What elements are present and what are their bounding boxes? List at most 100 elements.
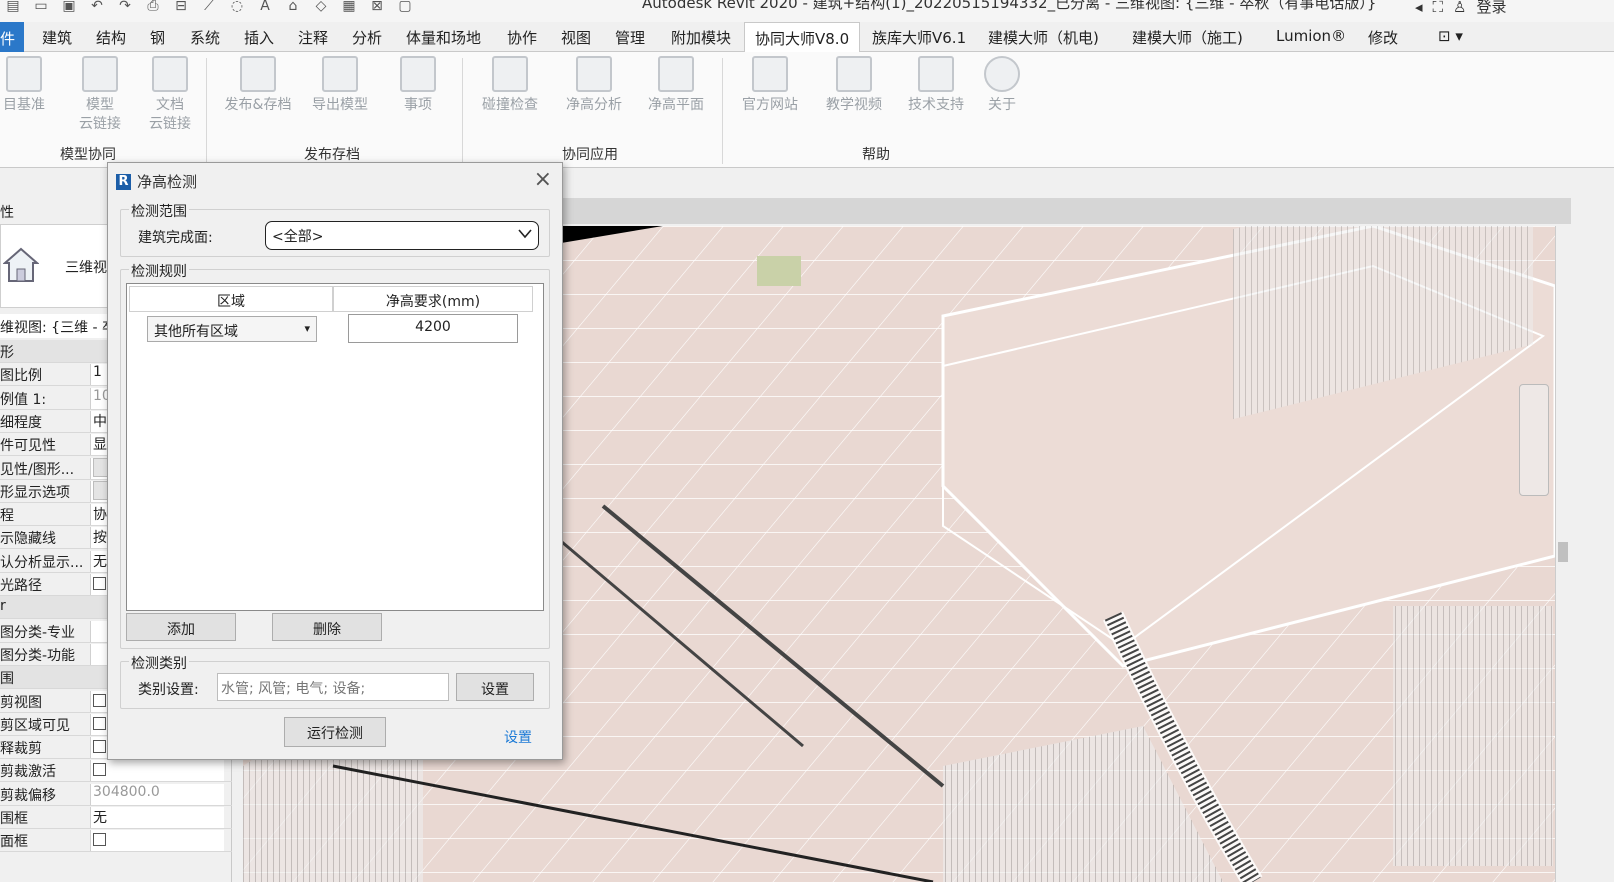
issues-button[interactable]: 事项: [384, 56, 452, 115]
rvt-cloud-link-icon: [82, 56, 118, 92]
property-value[interactable]: 无: [90, 807, 224, 828]
height-input[interactable]: 4200: [348, 314, 518, 343]
checkbox[interactable]: [93, 763, 106, 777]
property-label: 件可见性: [0, 438, 56, 455]
vertical-scrollbar[interactable]: [1555, 226, 1571, 882]
about-button[interactable]: 关于: [972, 56, 1032, 115]
area-select[interactable]: 其他所有区域 ▾: [147, 316, 317, 342]
property-label: 细程度: [0, 414, 42, 431]
search-arrow-icon[interactable]: ◂: [1415, 0, 1423, 16]
dimension-icon[interactable]: ⟋: [198, 0, 220, 16]
checklist-icon: [400, 56, 436, 92]
thin-lines-icon[interactable]: ▦: [338, 0, 360, 16]
settings-link[interactable]: 设置: [504, 727, 532, 747]
tab-xietong-dashi[interactable]: 协同大师V8.0: [744, 22, 861, 53]
tab-manage[interactable]: 管理: [615, 27, 645, 48]
redo-icon[interactable]: ↷: [114, 0, 136, 16]
property-value[interactable]: [90, 760, 224, 782]
property-label: 剪裁激活: [0, 764, 56, 781]
collision-check-icon: [492, 56, 528, 92]
delete-button[interactable]: 删除: [272, 613, 382, 641]
property-label: 程: [0, 508, 14, 525]
binoculars-icon[interactable]: ⛶: [1433, 0, 1444, 16]
tab-massing-site[interactable]: 体量和场地: [406, 27, 481, 48]
navigation-bar[interactable]: [1519, 384, 1549, 496]
3d-view-icon[interactable]: ⌂: [282, 0, 304, 16]
website-button[interactable]: 官方网站: [732, 56, 808, 115]
category-settings-button[interactable]: 设置: [456, 673, 534, 701]
property-label: 图比例: [0, 368, 42, 385]
ribbon-toggle-icon[interactable]: ⊡ ▾: [1438, 27, 1463, 45]
doc-cloud-link-button[interactable]: 文档 云链接: [136, 56, 204, 134]
collision-check-button[interactable]: 碰撞检查: [472, 56, 548, 115]
tab-analyze[interactable]: 分析: [352, 27, 382, 48]
clearance-plan-button[interactable]: 净高平面: [638, 56, 714, 115]
checkbox[interactable]: [93, 833, 106, 847]
undo-icon[interactable]: ↶: [86, 0, 108, 16]
category-legend: 检测类别: [129, 653, 189, 673]
col-header-height: 净高要求(mm): [333, 286, 533, 312]
doc-cloud-link-icon: [152, 56, 188, 92]
checkbox[interactable]: [93, 740, 106, 754]
open-icon[interactable]: ▭: [30, 0, 52, 16]
rules-legend: 检测规则: [129, 261, 189, 281]
user-icon[interactable]: ♙: [1453, 0, 1466, 16]
tab-zuku-dashi[interactable]: 族库大师V6.1: [872, 27, 966, 48]
close-hidden-icon[interactable]: ⊠: [366, 0, 388, 16]
property-label: 认分析显示...: [0, 554, 84, 571]
tab-jianmo-construction[interactable]: 建模大师（施工): [1132, 27, 1243, 48]
tab-insert[interactable]: 插入: [244, 27, 274, 48]
tab-jianmo-mep[interactable]: 建模大师（机电): [988, 27, 1099, 48]
clearance-analysis-button[interactable]: 净高分析: [556, 56, 632, 115]
property-value[interactable]: 304800.0: [90, 783, 224, 805]
tab-view[interactable]: 视图: [561, 27, 591, 48]
add-button[interactable]: 添加: [126, 613, 236, 641]
tab-systems[interactable]: 系统: [190, 27, 220, 48]
tab-architecture[interactable]: 建筑: [42, 27, 72, 48]
switch-windows-icon[interactable]: ▢: [394, 0, 416, 16]
tab-modify[interactable]: 修改: [1368, 27, 1398, 48]
save-icon[interactable]: ▣: [58, 0, 80, 16]
property-row: 剪裁偏移 304800.0: [0, 783, 232, 806]
chevron-down-icon: ▾: [304, 322, 310, 335]
checkbox[interactable]: [93, 693, 106, 707]
scrollbar-thumb[interactable]: [1558, 542, 1568, 562]
publish-archive-icon: [240, 56, 276, 92]
tab-file[interactable]: 件: [0, 22, 24, 52]
tutorial-video-button[interactable]: 教学视频: [816, 56, 892, 115]
text-icon[interactable]: A: [254, 0, 276, 16]
print-icon[interactable]: ⎙: [142, 0, 164, 16]
export-model-button[interactable]: 导出模型: [306, 56, 374, 115]
finish-face-select[interactable]: <全部>: [265, 221, 539, 250]
property-label: 剪裁偏移: [0, 787, 56, 804]
app-menu-icon[interactable]: ▤: [2, 0, 24, 16]
tab-structure[interactable]: 结构: [96, 27, 126, 48]
tech-support-button[interactable]: 技术支持: [898, 56, 974, 115]
tab-annotate[interactable]: 注释: [298, 27, 328, 48]
measure-icon[interactable]: ⊟: [170, 0, 192, 16]
video-icon: [836, 56, 872, 92]
property-row: 围框 无: [0, 806, 232, 829]
tab-lumion[interactable]: Lumion®: [1276, 27, 1346, 45]
tab-collaborate[interactable]: 协作: [507, 27, 537, 48]
support-icon: [918, 56, 954, 92]
property-label: 图分类-功能: [0, 647, 76, 664]
publish-archive-button[interactable]: 发布&存档: [216, 56, 300, 115]
login-link[interactable]: 登录: [1477, 0, 1507, 17]
tab-addins[interactable]: 附加模块: [671, 27, 731, 48]
section-icon[interactable]: ◇: [310, 0, 332, 16]
property-label: 形显示选项: [0, 484, 70, 501]
tab-steel[interactable]: 钢: [150, 27, 165, 48]
category-field[interactable]: 水管; 风管; 电气; 设备;: [217, 673, 449, 701]
finish-face-label: 建筑完成面:: [138, 230, 213, 246]
property-label: 释裁剪: [0, 741, 42, 758]
close-icon[interactable]: ×: [534, 167, 552, 192]
run-check-button[interactable]: 运行检测: [284, 717, 386, 747]
project-base-button[interactable]: 目基准: [0, 56, 58, 115]
info-icon: [984, 56, 1020, 92]
property-value[interactable]: [90, 830, 224, 852]
checkbox[interactable]: [93, 716, 106, 730]
checkbox[interactable]: [93, 577, 106, 590]
model-cloud-link-button[interactable]: 模型 云链接: [66, 56, 134, 134]
tag-icon[interactable]: ◌: [226, 0, 248, 16]
